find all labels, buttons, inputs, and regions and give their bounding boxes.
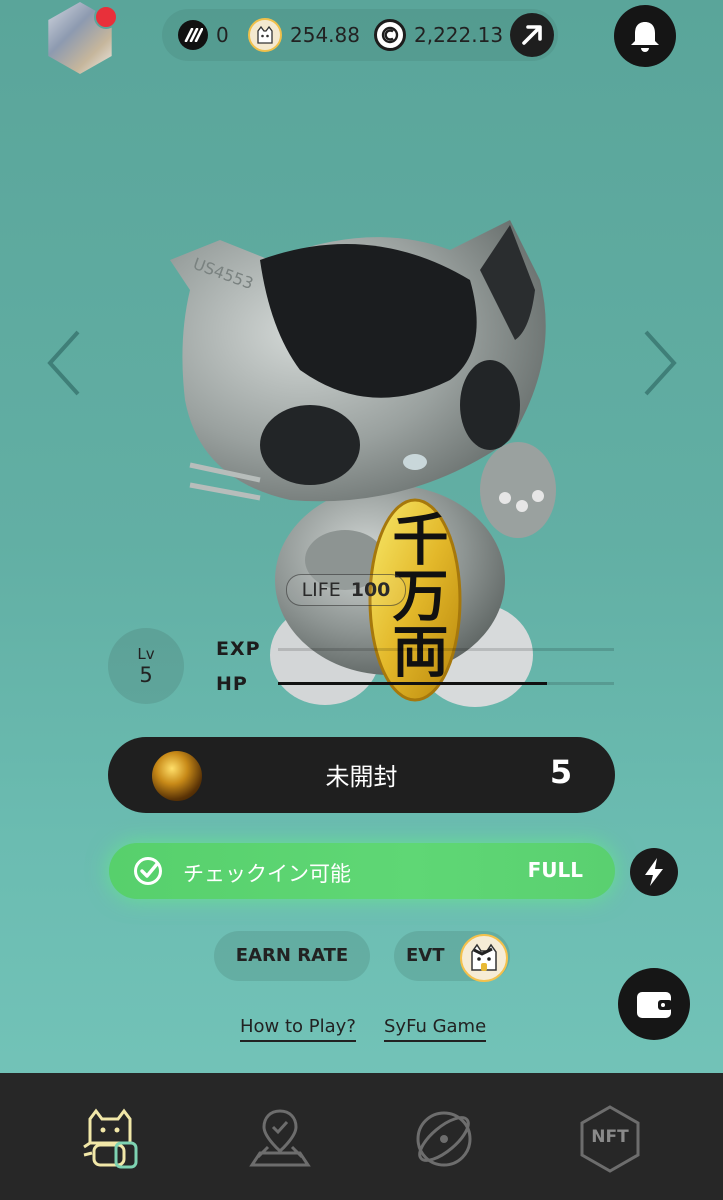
exp-label: EXP <box>216 638 261 660</box>
exp-bar <box>278 648 614 651</box>
balance-bar: 0 254.88 2,222.13 <box>162 9 558 61</box>
tab-map[interactable] <box>244 1103 316 1175</box>
cat-token-icon <box>248 18 282 52</box>
notification-button[interactable] <box>614 5 676 67</box>
tab-home[interactable] <box>76 1103 148 1175</box>
arrow-up-right-icon <box>522 25 542 45</box>
evt-label: EVT <box>406 945 445 966</box>
orbit-icon <box>416 1111 472 1167</box>
chevron-right-icon <box>644 330 677 396</box>
how-to-play-link-wrap: How to Play? <box>240 1016 356 1042</box>
lightning-icon <box>645 858 663 886</box>
balance-value: 2,222.13 <box>414 23 504 47</box>
chevron-left-icon <box>47 330 80 396</box>
character-figure: US4553 千万両 <box>150 200 570 720</box>
wallet-icon <box>637 992 672 1018</box>
wallet-button[interactable] <box>618 968 690 1040</box>
level-label: Lv <box>137 645 155 663</box>
unopened-count: 5 <box>549 753 573 791</box>
level-badge: Lv 5 <box>108 628 184 704</box>
coin-icon <box>374 19 406 51</box>
balance-value: 0 <box>216 23 229 47</box>
balance-coin: 2,222.13 <box>374 19 503 51</box>
tab-explore[interactable] <box>408 1103 480 1175</box>
life-value: 100 <box>350 579 391 601</box>
balance-cat-token: 254.88 <box>248 18 360 52</box>
tab-nft[interactable]: NFT <box>574 1103 646 1175</box>
previous-character-button[interactable] <box>44 328 84 398</box>
earn-rate-button[interactable]: EARN RATE <box>214 931 370 981</box>
profile-avatar[interactable] <box>44 2 118 74</box>
evt-button[interactable]: EVT <box>394 931 510 982</box>
checkin-label: チェックイン可能 <box>183 862 351 886</box>
transfer-button[interactable] <box>510 13 554 57</box>
hp-bar <box>278 682 614 685</box>
energy-button[interactable] <box>630 848 678 896</box>
hp-label: HP <box>216 673 248 695</box>
cat-face-icon <box>460 934 508 982</box>
earn-rate-label: EARN RATE <box>235 945 349 966</box>
lucky-cat-icon <box>83 1108 138 1169</box>
next-character-button[interactable] <box>640 328 680 398</box>
unopened-box-button[interactable]: 未開封 5 <box>108 737 615 813</box>
checkin-status: FULL <box>527 858 583 882</box>
syfu-game-link-wrap: SyFu Game <box>384 1016 487 1042</box>
stepn-icon <box>178 20 208 50</box>
how-to-play-link[interactable]: How to Play? <box>240 1016 356 1042</box>
bottom-navigation: NFT <box>0 1073 723 1200</box>
balance-stepn: 0 <box>178 19 229 51</box>
bell-icon <box>631 22 659 52</box>
balance-value: 254.88 <box>290 23 360 47</box>
check-circle-icon <box>134 857 162 885</box>
level-value: 5 <box>139 663 153 687</box>
life-indicator: LIFE 100 <box>286 574 406 606</box>
notification-dot <box>94 5 118 29</box>
nft-label: NFT <box>591 1127 629 1147</box>
checkin-button[interactable]: チェックイン可能 FULL <box>109 843 615 899</box>
syfu-game-link[interactable]: SyFu Game <box>384 1016 487 1042</box>
map-pin-icon <box>249 1109 311 1167</box>
life-label: LIFE <box>301 579 341 601</box>
hp-bar-fill <box>278 682 547 685</box>
